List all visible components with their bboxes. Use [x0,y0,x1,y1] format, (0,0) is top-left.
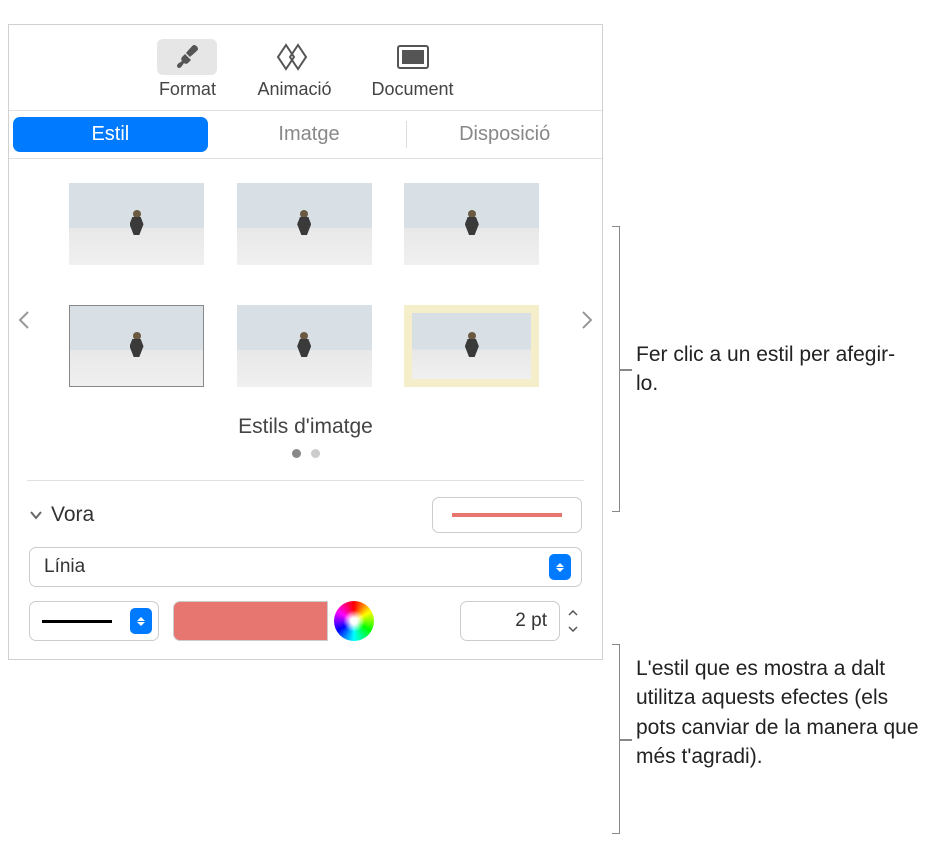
line-style-dropdown[interactable] [29,601,159,641]
chevron-right-icon [581,310,593,330]
document-label: Document [371,79,453,100]
format-tab[interactable]: Format [157,39,217,100]
style-thumbnail-3[interactable] [404,183,539,265]
color-picker-button[interactable] [334,601,374,641]
line-style-sample [42,620,112,623]
chevron-down-icon [29,508,43,522]
diamond-icon [276,43,312,71]
tab-disposicio[interactable]: Disposició [407,111,602,158]
callout-bracket-1 [612,226,620,512]
border-section: Vora Línia [9,481,602,659]
disclosure-triangle[interactable] [29,508,43,522]
chevron-down-icon [568,626,578,632]
style-thumbnail-4[interactable] [69,305,204,387]
callout-bracket-2 [612,644,620,834]
border-width-stepper [460,601,582,641]
tab-estil[interactable]: Estil [13,117,208,152]
paintbrush-icon [172,42,202,72]
border-type-value: Línia [44,556,85,578]
border-title: Vora [51,503,94,527]
inspector-subtabs: Estil Imatge Disposició [9,111,602,159]
inspector-toolbar: Format Animació Document [9,25,602,111]
border-section-header: Vora [29,497,582,533]
page-dot-2[interactable] [311,449,320,458]
chevron-left-icon [18,310,30,330]
style-thumbnail-1[interactable] [69,183,204,265]
style-thumbnail-6[interactable] [404,305,539,387]
border-preview-line [452,513,562,517]
callout-connector-2 [620,739,632,741]
document-icon-wrap [383,39,443,75]
styles-next-button[interactable] [578,305,596,335]
callout-connector-1 [620,369,632,371]
dropdown-arrows-icon [130,608,152,634]
animation-tab[interactable]: Animació [257,39,331,100]
border-color-swatch[interactable] [173,601,328,641]
dropdown-arrows-icon [549,554,571,580]
image-styles-title: Estils d'imatge [39,415,572,439]
pagination-dots [39,449,572,458]
chevron-up-icon [568,610,578,616]
format-label: Format [159,79,216,100]
animation-label: Animació [257,79,331,100]
styles-prev-button[interactable] [15,305,33,335]
slide-icon [396,44,430,70]
animation-icon-wrap [264,39,324,75]
border-style-preview[interactable] [432,497,582,533]
format-icon-wrap [157,39,217,75]
image-styles-area: Estils d'imatge [9,159,602,480]
style-thumbnail-2[interactable] [237,183,372,265]
stepper-up-button[interactable] [564,605,582,621]
stepper-buttons [564,605,582,637]
format-inspector-panel: Format Animació Document Estil Imatge Di… [8,24,603,660]
stepper-down-button[interactable] [564,621,582,637]
callout-styles: Fer clic a un estil per afegir-lo. [636,340,916,399]
tab-imatge[interactable]: Imatge [212,111,407,158]
image-styles-grid [39,183,572,387]
callout-effects: L'estil que es mostra a dalt utilitza aq… [636,654,926,772]
document-tab[interactable]: Document [371,39,453,100]
border-type-dropdown[interactable]: Línia [29,547,582,587]
style-thumbnail-5[interactable] [237,305,372,387]
border-width-input[interactable] [460,601,560,641]
border-controls-row [29,601,582,641]
page-dot-1[interactable] [292,449,301,458]
border-title-wrap: Vora [29,503,94,527]
